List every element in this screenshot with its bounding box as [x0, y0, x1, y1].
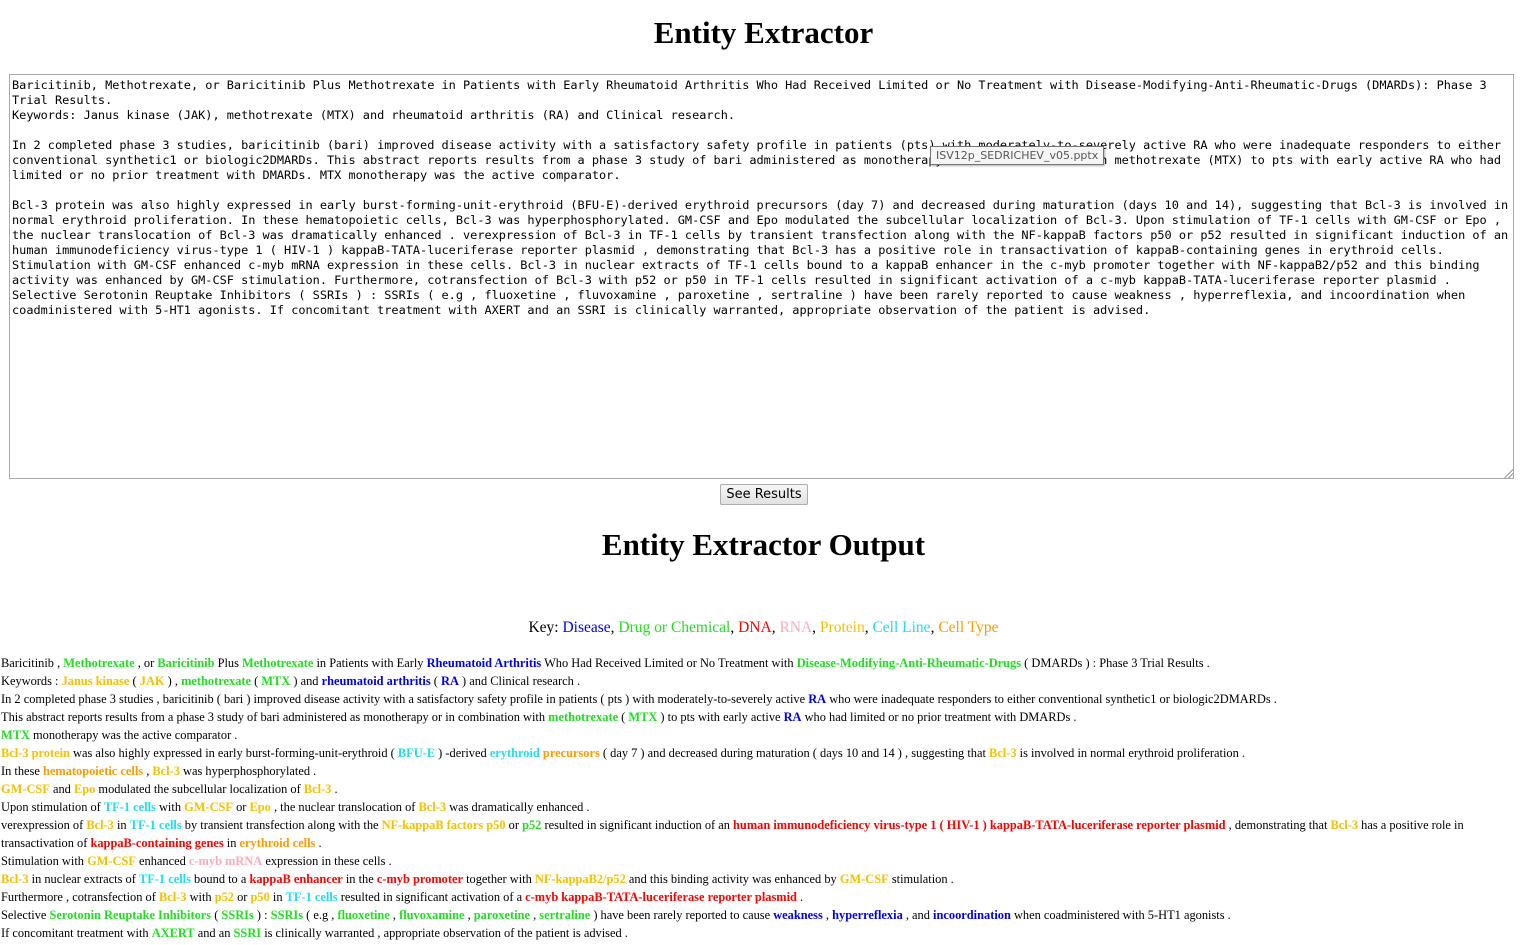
entity-protein: Bcl-3 — [989, 746, 1017, 760]
entity-drug: MTX — [628, 710, 658, 724]
entity-protein: Epo — [73, 782, 96, 796]
entity-protein: Bcl-3 — [1330, 818, 1359, 832]
entity-celltype: erythroid cells — [239, 836, 316, 850]
entity-drug: Serotonin Reuptake Inhibitors — [49, 908, 212, 922]
entity-drug: fluvoxamine — [399, 908, 465, 922]
entity-drug: SSRIs — [221, 908, 254, 922]
output-line: If concomitant treatment with AXERT and … — [1, 926, 628, 940]
output-line: In 2 completed phase 3 studies , baricit… — [1, 692, 1277, 706]
entity-disease: hyperreflexia — [832, 908, 903, 922]
key-label: Key: — [528, 619, 559, 636]
entity-cellline: erythroid — [489, 746, 540, 760]
entity-disease: weakness — [773, 908, 823, 922]
entity-protein: Bcl-3 protein — [1, 746, 70, 760]
entity-drug: MTX — [1, 728, 30, 742]
entity-protein: NF-kappaB factors p50 — [381, 818, 506, 832]
key-item-cell-type: Cell Type — [938, 619, 999, 636]
entity-protein: Bcl-3 — [418, 800, 447, 814]
entity-drug: SSRI — [233, 926, 262, 940]
entity-dna: c-myb promoter — [376, 872, 463, 886]
entity-disease: RA — [808, 692, 827, 706]
entity-key: Key: Disease, Drug or Chemical, DNA, RNA… — [0, 619, 1527, 637]
entity-cellline: BFU-E — [397, 746, 436, 760]
entity-protein: Janus kinase — [61, 674, 130, 688]
entity-drug: Baricitinib — [157, 656, 215, 670]
entity-dna: human immunodeficiency virus-type 1 ( HI… — [733, 818, 1226, 832]
page-title: Entity Extractor — [653, 15, 874, 50]
output-line: Bcl-3 protein was also highly expressed … — [1, 746, 1246, 760]
output-line: Keywords : Janus kinase ( JAK ) , methot… — [1, 674, 581, 688]
entity-drug: AXERT — [151, 926, 195, 940]
entity-protein: p50 — [250, 890, 270, 904]
key-item-protein: Protein — [819, 619, 865, 636]
entity-protein: Bcl-3 — [158, 890, 187, 904]
entity-protein: JAK — [139, 674, 165, 688]
output-line: GM-CSF and Epo modulated the subcellular… — [1, 782, 338, 796]
output-line: Baricitinib , Methotrexate , or Bariciti… — [1, 656, 1210, 670]
entity-dna: c-myb kappaB-TATA-luceriferase reporter … — [525, 890, 797, 904]
entity-protein: Bcl-3 — [86, 818, 114, 832]
see-results-button[interactable]: See Results — [720, 484, 808, 505]
output-line: Stimulation with GM-CSF enhanced c-myb m… — [1, 854, 392, 868]
entity-drug: methotrexate — [548, 710, 619, 724]
entity-drug: p52 — [522, 818, 542, 832]
hover-tooltip: ISV12p_SEDRICHEV_v05.pptx — [930, 146, 1105, 165]
output-line: verexpression of Bcl-3 in TF-1 cells by … — [1, 818, 1464, 850]
entity-drug: Methotrexate — [242, 656, 314, 670]
entity-disease: rheumatoid arthritis — [321, 674, 431, 688]
key-item-cell-line: Cell Line — [872, 619, 931, 636]
output-line: Furthermore , cotransfection of Bcl-3 wi… — [1, 890, 804, 904]
entity-protein: Bcl-3 — [1, 872, 29, 886]
entity-disease: incoordination — [933, 908, 1011, 922]
entity-protein: NF-kappaB2/p52 — [534, 872, 626, 886]
entity-protein: GM-CSF — [1, 782, 50, 796]
entity-disease: Rheumatoid Arthritis — [426, 656, 542, 670]
entity-dna: kappaB enhancer — [249, 872, 343, 886]
output-line: Selective Serotonin Reuptake Inhibitors … — [1, 908, 1231, 922]
output-title: Entity Extractor Output — [601, 527, 926, 562]
extracted-output: Baricitinib , Methotrexate , or Bariciti… — [1, 654, 1527, 942]
textarea-resize-handle[interactable] — [1503, 468, 1513, 478]
entity-disease: RA — [783, 710, 802, 724]
output-line: MTX monotherapy was the active comparato… — [1, 728, 238, 742]
key-item-rna: RNA — [779, 619, 813, 636]
entity-celltype: precursors — [542, 746, 600, 760]
entity-celltype: hematopoietic cells — [42, 764, 144, 778]
entity-cellline: TF-1 cells — [129, 818, 182, 832]
entity-drug: paroxetine — [473, 908, 530, 922]
key-items: Disease, Drug or Chemical, DNA, RNA, Pro… — [562, 619, 999, 636]
output-line: Bcl-3 in nuclear extracts of TF-1 cells … — [1, 872, 954, 886]
entity-drug: SSRIs — [270, 908, 304, 922]
entity-protein: p52 — [214, 890, 234, 904]
entity-drug: methotrexate — [181, 674, 252, 688]
entity-drug: MTX — [261, 674, 291, 688]
entity-cellline: TF-1 cells — [285, 890, 338, 904]
entity-protein: GM-CSF — [87, 854, 136, 868]
entity-protein: GM-CSF — [839, 872, 889, 886]
entity-rna: c-myb mRNA — [188, 854, 263, 868]
entity-protein: Bcl-3 — [303, 782, 332, 796]
output-line: Upon stimulation of TF-1 cells with GM-C… — [1, 800, 590, 814]
entity-drug: Methotrexate — [63, 656, 135, 670]
key-item-dna: DNA — [738, 619, 772, 636]
entity-drug: sertraline — [539, 908, 591, 922]
entity-cellline: TF-1 cells — [103, 800, 156, 814]
text-input[interactable]: Baricitinib, Methotrexate, or Baricitini… — [9, 74, 1514, 479]
entity-drug: fluoxetine — [337, 908, 390, 922]
entity-dna: kappaB-containing genes — [90, 836, 224, 850]
key-item-disease: Disease — [562, 619, 611, 636]
entity-protein: Epo — [249, 800, 271, 814]
key-item-drug-or-chemical: Drug or Chemical — [618, 619, 731, 636]
entity-cellline: TF-1 cells — [138, 872, 191, 886]
entity-protein: GM-CSF — [184, 800, 233, 814]
output-line: In these hematopoietic cells , Bcl-3 was… — [1, 764, 317, 778]
entity-drug: Disease-Modifying-Anti-Rheumatic-Drugs — [796, 656, 1022, 670]
entity-disease: RA — [441, 674, 459, 688]
entity-protein: Bcl-3 — [152, 764, 180, 778]
output-line: This abstract reports results from a pha… — [1, 710, 1077, 724]
